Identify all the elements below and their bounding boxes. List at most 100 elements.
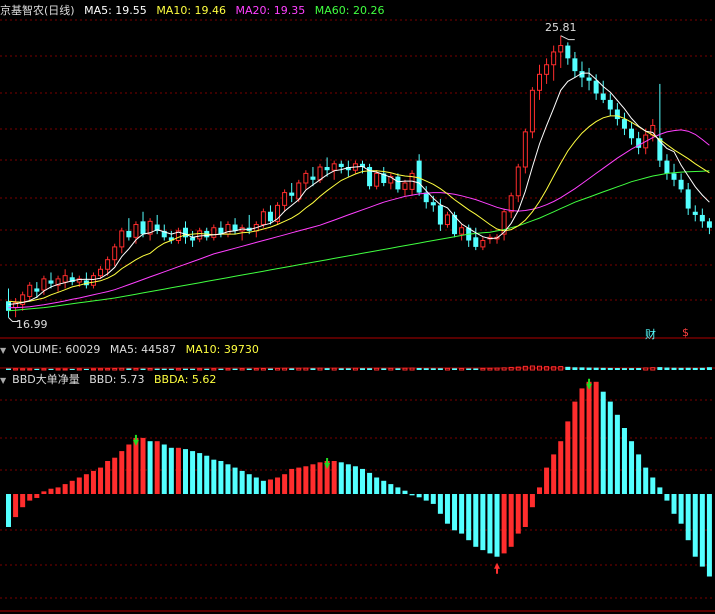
bbd-bar	[466, 494, 472, 541]
volume-bar	[90, 368, 96, 371]
volume-bar	[494, 367, 500, 371]
volume-bar	[480, 367, 486, 371]
candle-down	[289, 192, 295, 196]
candle-down	[430, 202, 436, 206]
bbd-bar	[579, 388, 585, 494]
volume-bar	[197, 368, 203, 371]
candle-up	[331, 163, 337, 171]
candle-up	[480, 240, 486, 248]
candle-up	[529, 89, 535, 133]
candle-up	[98, 268, 104, 277]
bbd-bar	[360, 468, 365, 494]
volume-bar	[593, 367, 599, 370]
bbd-bar	[508, 494, 514, 547]
collapse-icon[interactable]: ▼	[0, 346, 6, 355]
bbd-bar	[183, 449, 188, 494]
candle-up	[459, 227, 465, 235]
bbd-bar	[161, 444, 167, 494]
candle-up	[260, 211, 266, 226]
volume-bar	[324, 368, 330, 370]
volume-bar	[112, 368, 118, 371]
bbd-bar	[706, 494, 712, 577]
bbd-bar	[501, 494, 507, 554]
bbd-bar	[317, 462, 323, 494]
volume-bar	[643, 367, 649, 371]
collapse-icon[interactable]: ▼	[0, 376, 6, 385]
volume-bar	[636, 368, 642, 370]
volume-bar	[331, 367, 337, 371]
bbd-value: BBD: 5.73	[89, 373, 145, 386]
volume-ma5: MA5: 44587	[109, 343, 177, 356]
bbd-bar	[423, 494, 429, 501]
bbd-bar	[480, 494, 486, 551]
volume-bar	[430, 368, 436, 370]
volume-bar	[239, 368, 245, 371]
candle-up	[105, 259, 111, 270]
volume-bar	[600, 367, 606, 370]
volume-bar	[6, 368, 11, 370]
volume-bar	[466, 368, 472, 370]
volume-bar	[34, 368, 40, 370]
candle-up	[62, 275, 68, 283]
bbd-bar	[629, 441, 635, 494]
high-marker	[560, 35, 575, 41]
volume-bar	[260, 368, 266, 371]
volume-bar	[699, 367, 705, 370]
volume-bar	[211, 368, 217, 371]
bbd-bar	[147, 441, 153, 494]
volume-bar	[119, 367, 125, 371]
volume-bar	[62, 368, 68, 371]
bbd-bar	[6, 494, 11, 527]
volume-bar	[83, 368, 89, 370]
volume-bar	[289, 368, 295, 370]
bbd-bar	[154, 441, 160, 494]
volume-bar	[565, 366, 571, 370]
candle-up	[544, 64, 550, 75]
bbd-bar	[119, 451, 125, 494]
bbd-bar	[13, 494, 19, 518]
volume-bar	[168, 368, 174, 370]
finance-badge[interactable]: 财	[645, 326, 656, 342]
candle-down	[706, 221, 712, 228]
volume-bar	[253, 368, 259, 371]
candle-up	[211, 227, 217, 238]
bbd-bar	[20, 494, 26, 508]
volume-bar	[55, 368, 61, 371]
volume-bar	[20, 368, 26, 371]
volume-bar	[76, 368, 82, 371]
bbd-bar	[614, 414, 620, 494]
volume-bar	[48, 368, 54, 370]
bbd-bar	[232, 467, 238, 494]
dollar-badge[interactable]: $	[682, 326, 689, 339]
candle-down	[586, 77, 592, 81]
bbd-bar	[558, 441, 564, 494]
bbd-bar	[62, 484, 68, 494]
candle-down	[48, 280, 54, 284]
bbd-bar	[657, 487, 663, 494]
volume-bar	[402, 367, 408, 371]
bbd-bar	[600, 391, 606, 494]
volume-bar	[685, 367, 691, 370]
volume-bar	[671, 367, 677, 370]
volume-bar	[352, 367, 358, 371]
bbd-bar	[374, 477, 380, 494]
ma5-line	[8, 72, 710, 305]
bbd-bar	[27, 494, 33, 501]
volume-bar	[310, 368, 316, 370]
bbd-bar	[459, 494, 465, 534]
bbd-title: BBD大单净量	[12, 373, 80, 386]
ma10-value: MA10: 19.46	[156, 4, 227, 17]
candle-down	[437, 205, 443, 225]
bbd-bar	[275, 477, 281, 494]
candle-up	[41, 278, 47, 291]
bbd-bar	[253, 477, 259, 494]
volume-bar	[133, 368, 139, 371]
candle-down	[664, 160, 670, 174]
volume-bar	[367, 368, 373, 370]
volume-bar	[338, 368, 344, 370]
bbd-bar	[175, 447, 181, 494]
candle-up	[317, 166, 323, 181]
volume-bar	[409, 367, 415, 371]
candle-down	[614, 109, 620, 120]
ma5-value: MA5: 19.55	[84, 4, 147, 17]
